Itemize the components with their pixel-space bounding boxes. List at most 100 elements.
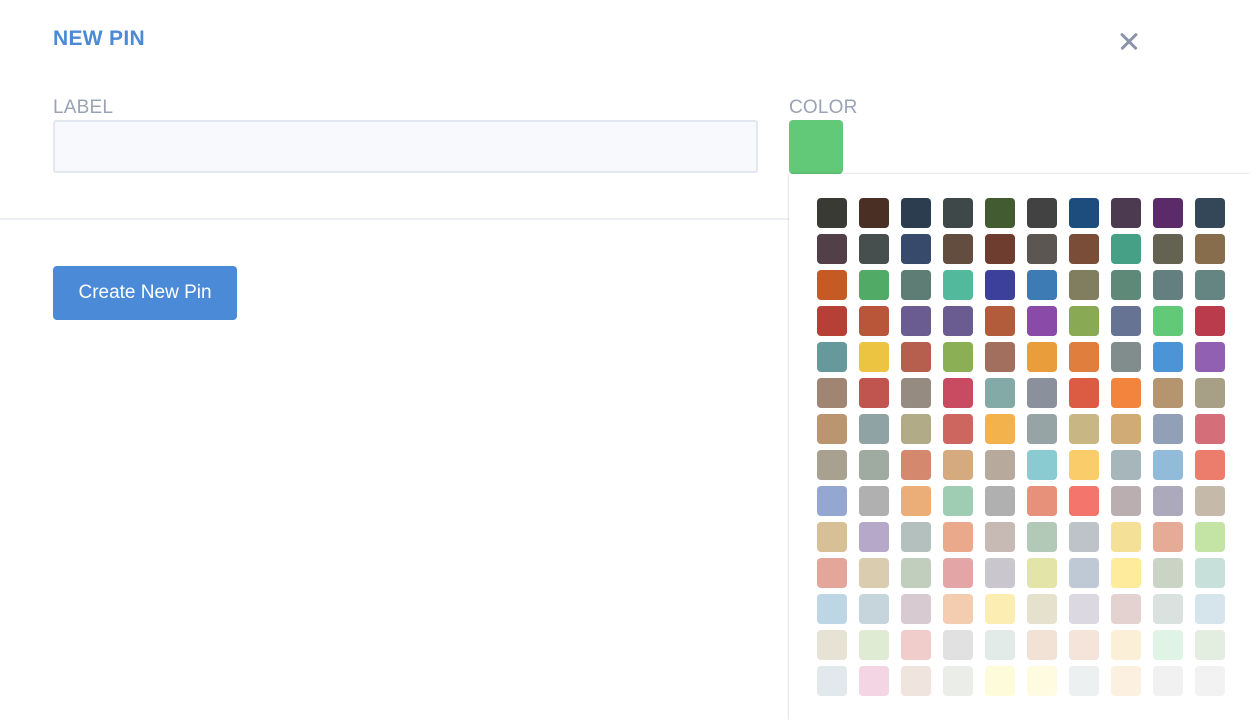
color-option[interactable] bbox=[1027, 594, 1057, 624]
color-option[interactable] bbox=[901, 522, 931, 552]
color-option[interactable] bbox=[1111, 234, 1141, 264]
color-option[interactable] bbox=[1027, 306, 1057, 336]
color-option[interactable] bbox=[901, 486, 931, 516]
color-option[interactable] bbox=[985, 630, 1015, 660]
color-option[interactable] bbox=[1069, 522, 1099, 552]
color-option[interactable] bbox=[859, 198, 889, 228]
color-option[interactable] bbox=[859, 522, 889, 552]
color-option[interactable] bbox=[859, 666, 889, 696]
color-option[interactable] bbox=[1069, 666, 1099, 696]
color-option[interactable] bbox=[1111, 558, 1141, 588]
color-option[interactable] bbox=[1027, 198, 1057, 228]
color-option[interactable] bbox=[1195, 450, 1225, 480]
color-option[interactable] bbox=[901, 594, 931, 624]
color-option[interactable] bbox=[859, 270, 889, 300]
color-option[interactable] bbox=[1027, 666, 1057, 696]
color-option[interactable] bbox=[817, 450, 847, 480]
color-option[interactable] bbox=[1027, 342, 1057, 372]
color-option[interactable] bbox=[985, 306, 1015, 336]
color-option[interactable] bbox=[817, 270, 847, 300]
color-option[interactable] bbox=[1195, 378, 1225, 408]
color-option[interactable] bbox=[943, 450, 973, 480]
color-option[interactable] bbox=[1027, 378, 1057, 408]
color-option[interactable] bbox=[1111, 342, 1141, 372]
color-option[interactable] bbox=[1153, 594, 1183, 624]
color-option[interactable] bbox=[817, 666, 847, 696]
color-option[interactable] bbox=[901, 414, 931, 444]
color-option[interactable] bbox=[1195, 594, 1225, 624]
color-option[interactable] bbox=[943, 666, 973, 696]
color-option[interactable] bbox=[1069, 558, 1099, 588]
color-option[interactable] bbox=[859, 450, 889, 480]
color-option[interactable] bbox=[1027, 630, 1057, 660]
color-option[interactable] bbox=[1153, 414, 1183, 444]
color-option[interactable] bbox=[1153, 342, 1183, 372]
color-option[interactable] bbox=[1111, 198, 1141, 228]
color-option[interactable] bbox=[901, 342, 931, 372]
color-option[interactable] bbox=[1153, 486, 1183, 516]
color-option[interactable] bbox=[1153, 558, 1183, 588]
color-option[interactable] bbox=[943, 198, 973, 228]
color-option[interactable] bbox=[1069, 270, 1099, 300]
color-option[interactable] bbox=[1195, 414, 1225, 444]
color-option[interactable] bbox=[985, 270, 1015, 300]
selected-color-swatch[interactable] bbox=[789, 120, 843, 174]
color-option[interactable] bbox=[943, 630, 973, 660]
color-option[interactable] bbox=[1195, 486, 1225, 516]
color-option[interactable] bbox=[1069, 594, 1099, 624]
color-option[interactable] bbox=[985, 486, 1015, 516]
color-option[interactable] bbox=[817, 414, 847, 444]
color-option[interactable] bbox=[859, 594, 889, 624]
color-option[interactable] bbox=[817, 234, 847, 264]
color-option[interactable] bbox=[1153, 666, 1183, 696]
color-option[interactable] bbox=[943, 306, 973, 336]
color-option[interactable] bbox=[817, 486, 847, 516]
color-option[interactable] bbox=[1111, 594, 1141, 624]
color-option[interactable] bbox=[1069, 630, 1099, 660]
create-new-pin-button[interactable]: Create New Pin bbox=[53, 266, 237, 320]
color-option[interactable] bbox=[901, 198, 931, 228]
color-option[interactable] bbox=[985, 234, 1015, 264]
color-option[interactable] bbox=[1195, 522, 1225, 552]
color-option[interactable] bbox=[1195, 270, 1225, 300]
color-option[interactable] bbox=[1195, 342, 1225, 372]
color-option[interactable] bbox=[859, 342, 889, 372]
color-option[interactable] bbox=[985, 198, 1015, 228]
color-option[interactable] bbox=[1111, 414, 1141, 444]
color-option[interactable] bbox=[1027, 270, 1057, 300]
color-option[interactable] bbox=[1069, 378, 1099, 408]
color-option[interactable] bbox=[1027, 450, 1057, 480]
color-option[interactable] bbox=[1027, 234, 1057, 264]
color-option[interactable] bbox=[817, 558, 847, 588]
color-option[interactable] bbox=[901, 450, 931, 480]
color-option[interactable] bbox=[1069, 342, 1099, 372]
color-option[interactable] bbox=[1111, 378, 1141, 408]
color-option[interactable] bbox=[1069, 234, 1099, 264]
color-option[interactable] bbox=[985, 450, 1015, 480]
color-option[interactable] bbox=[943, 270, 973, 300]
color-option[interactable] bbox=[1153, 630, 1183, 660]
color-option[interactable] bbox=[1111, 450, 1141, 480]
color-option[interactable] bbox=[1111, 306, 1141, 336]
color-option[interactable] bbox=[1153, 378, 1183, 408]
color-option[interactable] bbox=[1027, 414, 1057, 444]
color-option[interactable] bbox=[817, 306, 847, 336]
color-option[interactable] bbox=[1111, 630, 1141, 660]
color-option[interactable] bbox=[943, 522, 973, 552]
color-option[interactable] bbox=[985, 522, 1015, 552]
color-option[interactable] bbox=[1153, 198, 1183, 228]
color-option[interactable] bbox=[859, 414, 889, 444]
color-option[interactable] bbox=[1069, 414, 1099, 444]
color-option[interactable] bbox=[1111, 270, 1141, 300]
color-option[interactable] bbox=[985, 666, 1015, 696]
color-option[interactable] bbox=[1027, 558, 1057, 588]
color-option[interactable] bbox=[859, 486, 889, 516]
color-option[interactable] bbox=[901, 378, 931, 408]
color-option[interactable] bbox=[1111, 666, 1141, 696]
color-option[interactable] bbox=[943, 234, 973, 264]
color-option[interactable] bbox=[1027, 522, 1057, 552]
color-option[interactable] bbox=[1195, 306, 1225, 336]
color-option[interactable] bbox=[1195, 198, 1225, 228]
label-input[interactable] bbox=[53, 120, 758, 173]
color-option[interactable] bbox=[943, 342, 973, 372]
